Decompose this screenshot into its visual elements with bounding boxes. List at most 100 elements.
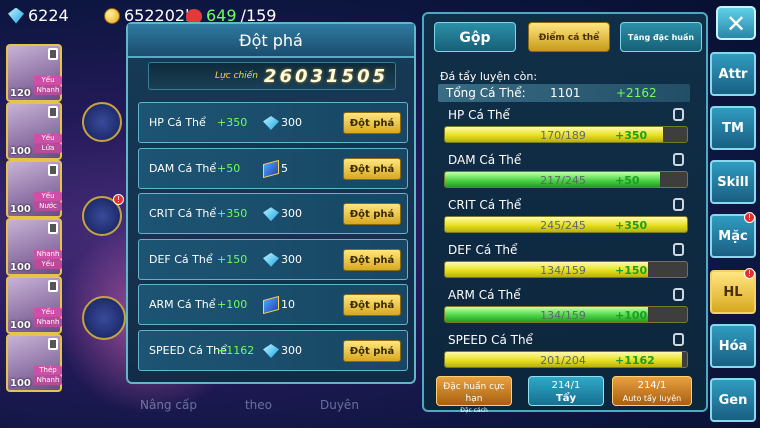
stat-row: HP Cá Thể 170/189 +350 [444, 108, 690, 150]
stat-row: DEF Cá Thể 134/159 +150 [444, 243, 690, 285]
gem-icon [263, 343, 279, 358]
extreme-training-sub: Đặc cách [460, 407, 488, 414]
alert-icon: ! [744, 212, 755, 223]
alert-icon: ! [744, 268, 755, 279]
bottom-label[interactable]: Nâng cấp [140, 398, 197, 412]
book-icon [263, 159, 279, 178]
breakthrough-button[interactable]: Đột phá [343, 203, 401, 226]
stat-name: CRIT Cá Thể [448, 198, 522, 212]
cost-value: 5 [281, 161, 288, 175]
breakthrough-button[interactable]: Đột phá [343, 294, 401, 317]
gem-icon [263, 252, 279, 267]
stat-bar: 245/245 +350 [444, 216, 688, 233]
party-slot[interactable]: Thép Nhanh 100 [6, 334, 62, 392]
tab-diem-ca-the[interactable]: Điểm cá thể [528, 22, 610, 52]
party-slot[interactable]: Yếu Lửa 100 [6, 102, 62, 160]
alert-icon: ! [113, 194, 124, 205]
side-tab-attr[interactable]: Attr [710, 52, 756, 96]
auto-wash-button[interactable]: 214/1 Auto tẩy luyện [612, 376, 692, 406]
combat-power-value: 26031505 [263, 65, 389, 87]
stat-plus: +150 [217, 252, 248, 266]
lock-icon[interactable] [673, 243, 684, 256]
auto-wash-count: 214/1 [637, 380, 667, 391]
stat-plus: +1162 [217, 343, 255, 357]
slot-level: 100 [10, 262, 31, 273]
stat-plus: +1162 [615, 354, 655, 367]
type-tag: Nhanh [34, 86, 62, 95]
breakthrough-button[interactable]: Đột phá [343, 248, 401, 271]
bottom-menu: Nâng cấp theo Duyên [140, 398, 359, 412]
stat-bar: 201/204 +1162 [444, 351, 688, 368]
bottom-label[interactable]: theo [245, 398, 272, 412]
stat-row: SPEED Cá Thể 201/204 +1162 [444, 333, 690, 375]
total-bar: Tổng Cá Thể: 1101 +2162 [438, 84, 690, 102]
tab-tang-dac-huan[interactable]: Tăng đặc huấn [620, 22, 702, 52]
stat-name: DAM Cá Thể [149, 161, 217, 175]
slot-level: 100 [10, 146, 31, 157]
stat-plus: +350 [615, 129, 648, 142]
breakthrough-button[interactable]: Đột phá [343, 112, 401, 134]
type-tag: Yếu [34, 192, 62, 201]
close-button[interactable]: ✕ [716, 6, 756, 40]
stat-bar: 217/245 +50 [444, 171, 688, 188]
total-plus: +2162 [616, 86, 657, 100]
gem-icon [263, 207, 279, 222]
stat-plus: +350 [217, 207, 248, 221]
equipment-icon[interactable] [82, 102, 122, 142]
coin-icon [104, 7, 120, 24]
wash-button[interactable]: 214/1 Tẩy [528, 376, 604, 406]
stat-plus: +350 [615, 219, 648, 232]
breakthrough-row: SPEED Cá Thể +1162 300 Đột phá [138, 329, 408, 371]
stat-row: CRIT Cá Thể 245/245 +350 [444, 198, 690, 240]
stat-name: SPEED Cá Thể [149, 343, 227, 357]
lock-icon[interactable] [673, 108, 684, 121]
breakthrough-button[interactable]: Đột phá [343, 339, 401, 362]
stat-plus: +150 [615, 264, 648, 277]
lock-icon[interactable] [673, 333, 684, 346]
cost-value: 300 [281, 116, 302, 129]
bottom-label[interactable]: Duyên [320, 398, 359, 412]
breakthrough-row: DAM Cá Thể +50 5 Đột phá [138, 147, 408, 189]
gem-counter: 6224 [8, 6, 69, 25]
side-tab-skill[interactable]: Skill [710, 160, 756, 204]
type-tag: Yếu [34, 260, 62, 269]
stamina-icon [186, 8, 202, 23]
side-tab-hoa[interactable]: Hóa [710, 324, 756, 368]
lock-icon[interactable] [673, 198, 684, 211]
lock-icon[interactable] [673, 153, 684, 166]
party-slot[interactable]: Yếu Nhanh 120 [6, 44, 62, 102]
party-list: Yếu Nhanh 120 Yếu Lửa 100 Yếu Nước 100 Nhanh Yế… [2, 44, 72, 392]
slot-level: 120 [10, 88, 31, 99]
side-tab-tm[interactable]: TM [710, 106, 756, 150]
stat-name: DAM Cá Thể [448, 153, 522, 167]
extreme-training-label: Đặc huấn cực hạn [443, 382, 505, 404]
lock-icon[interactable] [673, 288, 684, 301]
stat-plus: +100 [615, 309, 648, 322]
combat-power-label: Lực chiến [215, 71, 258, 81]
type-tag: Nhanh [34, 376, 62, 385]
stat-value: 217/245 [540, 174, 586, 187]
pokeball-icon[interactable] [82, 296, 126, 340]
lock-icon [48, 106, 58, 118]
stat-name: DEF Cá Thể [149, 252, 213, 266]
lock-icon [48, 338, 58, 350]
stat-plus: +50 [217, 161, 241, 175]
party-slot[interactable]: Nhanh Yếu 100 [6, 218, 62, 276]
type-tag: Yếu [34, 134, 62, 143]
wash-label: Tẩy [555, 393, 577, 404]
party-slot[interactable]: Yếu Nước 100 [6, 160, 62, 218]
lock-icon [48, 164, 58, 176]
slot-level: 100 [10, 204, 31, 215]
party-slot[interactable]: Yếu Nhanh 100 [6, 276, 62, 334]
auto-wash-label: Auto tẩy luyện [622, 394, 682, 403]
wash-count: 214/1 [551, 380, 581, 391]
stat-name: DEF Cá Thể [448, 243, 518, 257]
bag-icon[interactable]: ! [82, 194, 124, 236]
tab-gop[interactable]: Gộp [434, 22, 516, 52]
stat-name: ARM Cá Thể [448, 288, 521, 302]
stat-row: ARM Cá Thể 134/159 +100 [444, 288, 690, 330]
gem-count: 6224 [28, 6, 69, 25]
side-tab-gen[interactable]: Gen [710, 378, 756, 422]
extreme-training-button[interactable]: Đặc huấn cực hạn Đặc cách [436, 376, 512, 414]
breakthrough-button[interactable]: Đột phá [343, 157, 401, 180]
